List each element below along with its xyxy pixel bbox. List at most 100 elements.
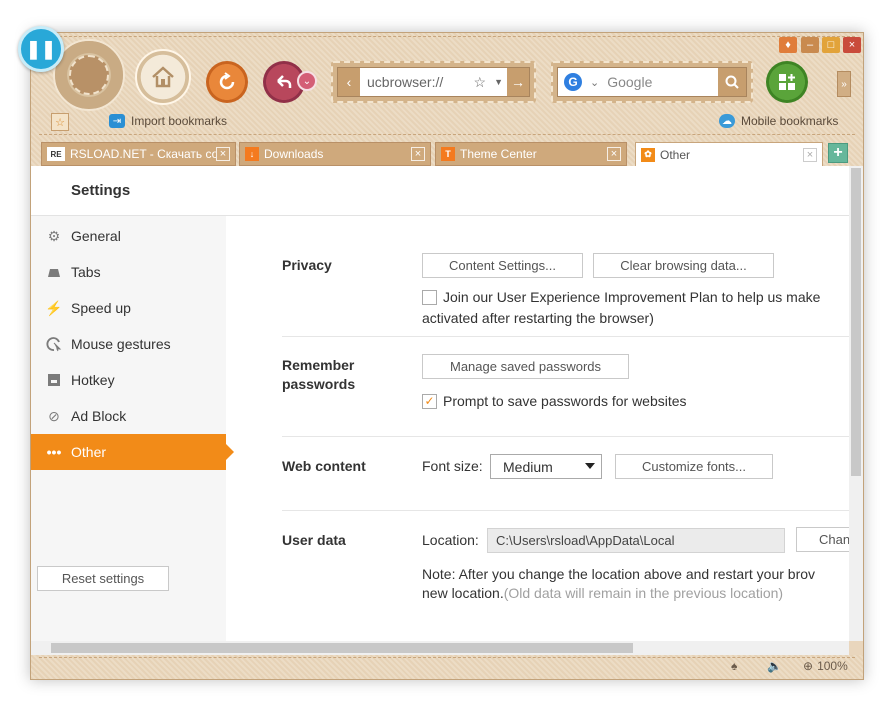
star-icon[interactable]: ☆ <box>470 74 491 91</box>
sidebar-item-label: Tabs <box>71 264 101 280</box>
prompt-save-passwords-checkbox[interactable]: ✓ <box>422 393 437 409</box>
sidebar-item-label: Ad Block <box>71 408 127 424</box>
stitch-line <box>39 36 855 37</box>
join-plan-row[interactable]: Join our User Experience Improvement Pla… <box>422 289 820 305</box>
user-data-note-new-location: new location. <box>422 585 504 601</box>
search-button[interactable] <box>718 68 746 96</box>
pause-icon[interactable]: ❚❚ <box>18 26 64 72</box>
horizontal-scrollbar[interactable] <box>31 641 849 655</box>
join-plan-label: Join our User Experience Improvement Pla… <box>443 289 821 305</box>
vertical-scrollbar[interactable] <box>849 166 863 641</box>
search-inner: G ⌄ Google <box>557 67 747 97</box>
gear-icon: ⚙ <box>47 227 61 244</box>
search-input[interactable]: Google <box>607 74 718 90</box>
address-dropdown-icon[interactable]: ▼ <box>490 77 507 87</box>
cloud-icon: ☁ <box>719 114 735 128</box>
sidebar-item-mouse-gestures[interactable]: Mouse gestures <box>31 326 226 362</box>
sidebar-item-general[interactable]: ⚙ General <box>31 218 226 254</box>
divider <box>282 510 852 511</box>
location-field[interactable]: C:\Users\rsload\AppData\Local <box>487 528 785 553</box>
reset-settings-button[interactable]: Reset settings <box>37 566 169 591</box>
horizontal-scroll-thumb[interactable] <box>51 643 633 653</box>
home-icon <box>152 66 174 88</box>
refresh-button[interactable] <box>206 61 248 103</box>
user-data-title: User data <box>282 532 346 548</box>
new-tab-button[interactable]: + <box>828 143 848 163</box>
home-button[interactable] <box>135 49 191 105</box>
mobile-bookmarks-label: Mobile bookmarks <box>741 114 839 128</box>
zoom-icon: ⊕ <box>803 659 814 673</box>
tab-label: Other <box>660 147 691 162</box>
stitch-line <box>39 657 855 658</box>
acorn-icon[interactable]: ♠ <box>731 659 737 673</box>
history-dropdown-icon[interactable]: ⌄ <box>297 71 317 91</box>
chevron-down-icon <box>585 463 595 469</box>
privacy-title: Privacy <box>282 257 332 273</box>
apps-icon <box>779 74 795 90</box>
sidebar-item-label: Speed up <box>71 300 131 316</box>
theme-center-favicon-icon: T <box>441 147 455 161</box>
vertical-scroll-thumb[interactable] <box>851 168 861 476</box>
mobile-bookmarks-link[interactable]: ☁ Mobile bookmarks <box>719 114 838 128</box>
settings-page: Settings ⚙ General Tabs ⚡ Speed up Mouse <box>31 166 863 641</box>
sidebar-item-speed-up[interactable]: ⚡ Speed up <box>31 290 226 326</box>
address-bar: ‹ ucbrowser:// ☆ ▼ → <box>331 61 536 103</box>
search-icon <box>725 75 739 89</box>
font-size-value: Medium <box>503 458 553 475</box>
page: ⌄ ‹ ucbrowser:// ☆ ▼ → G ⌄ Google » ♦ – … <box>0 0 890 704</box>
sidebar-item-tabs[interactable]: Tabs <box>31 254 226 290</box>
tab-close-icon[interactable]: × <box>803 147 817 162</box>
location-label: Location: <box>422 532 479 548</box>
font-size-select[interactable]: Medium <box>490 454 602 479</box>
skin-icon[interactable]: ♦ <box>779 37 797 53</box>
address-input[interactable]: ucbrowser:// <box>360 74 470 90</box>
tab-rsload[interactable]: RE RSLOAD.NET - Скачать со × <box>41 142 236 166</box>
change-location-button[interactable]: Chan <box>796 527 856 552</box>
address-back-arrow-icon[interactable]: ‹ <box>338 68 360 96</box>
sidebar-item-hotkey[interactable]: Hotkey <box>31 362 226 398</box>
prompt-save-passwords-row[interactable]: ✓ Prompt to save passwords for websites <box>422 393 687 409</box>
user-data-note-line1: Note: After you change the location abov… <box>422 566 816 582</box>
zoom-control[interactable]: ⊕ 100% <box>803 659 848 673</box>
apps-button[interactable] <box>766 61 808 103</box>
refresh-icon <box>219 72 235 90</box>
other-favicon-icon: ✿ <box>641 147 655 162</box>
remember-passwords-title-line1: Remember <box>282 357 355 373</box>
minimize-icon[interactable]: – <box>801 37 819 53</box>
import-icon: ⇥ <box>109 114 125 128</box>
sidebar-item-ad-block[interactable]: ⊘ Ad Block <box>31 398 226 434</box>
more-button[interactable]: » <box>837 71 851 97</box>
tab-close-icon[interactable]: × <box>607 147 621 161</box>
page-title: Settings <box>71 182 131 199</box>
status-bar: ♠ 🔈 ⊕ 100% <box>31 655 863 679</box>
sidebar-item-other[interactable]: ••• Other <box>31 434 234 470</box>
engine-dropdown-icon[interactable]: ⌄ <box>582 76 607 89</box>
block-icon: ⊘ <box>48 407 60 424</box>
tab-label: Downloads <box>264 147 324 161</box>
web-content-title: Web content <box>282 458 366 474</box>
content-settings-button[interactable]: Content Settings... <box>422 253 583 278</box>
tab-close-icon[interactable]: × <box>216 147 230 161</box>
tab-other[interactable]: ✿ Other × <box>635 142 823 167</box>
user-data-note-line2: new location.(Old data will remain in th… <box>422 585 783 601</box>
tab-downloads[interactable]: ↓ Downloads × <box>239 142 431 166</box>
sidebar-item-label: Other <box>71 444 107 460</box>
dots-icon: ••• <box>46 444 62 460</box>
clear-browsing-data-button[interactable]: Clear browsing data... <box>593 253 774 278</box>
import-bookmarks-link[interactable]: ⇥ Import bookmarks <box>109 114 227 128</box>
go-arrow-icon[interactable]: → <box>507 68 529 96</box>
search-engine-icon[interactable]: G <box>564 73 582 91</box>
close-icon[interactable]: × <box>843 37 861 53</box>
maximize-icon[interactable]: □ <box>822 37 840 53</box>
manage-passwords-button[interactable]: Manage saved passwords <box>422 354 629 379</box>
tab-close-icon[interactable]: × <box>411 147 425 161</box>
rsload-favicon-icon: RE <box>47 147 65 161</box>
join-plan-checkbox[interactable] <box>422 289 437 305</box>
bookmark-star-icon[interactable]: ☆ <box>51 113 69 131</box>
customize-fonts-button[interactable]: Customize fonts... <box>615 454 773 479</box>
tab-icon <box>31 267 71 277</box>
logo-inner <box>69 55 109 95</box>
volume-icon[interactable]: 🔈 <box>767 659 782 673</box>
settings-sidebar: ⚙ General Tabs ⚡ Speed up Mouse gestures <box>31 216 234 641</box>
tab-theme-center[interactable]: T Theme Center × <box>435 142 627 166</box>
